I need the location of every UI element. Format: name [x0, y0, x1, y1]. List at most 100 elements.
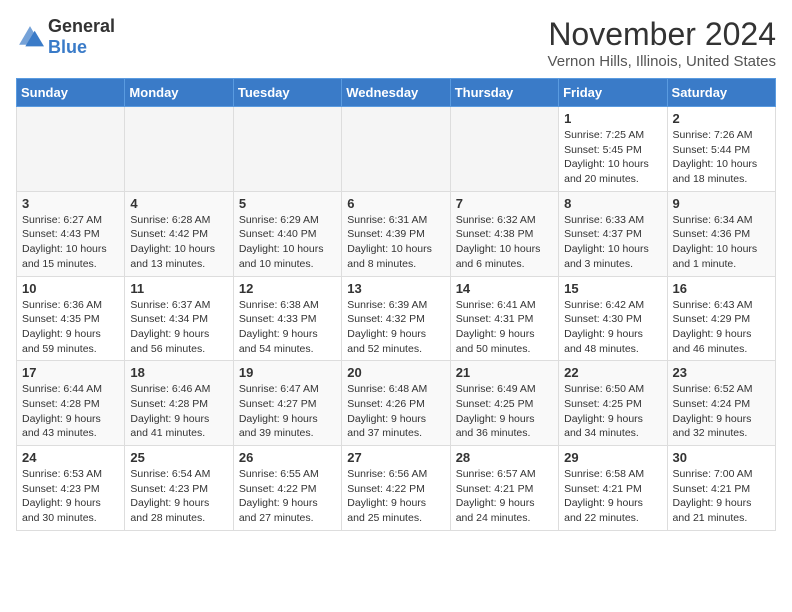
day-number: 19 [239, 365, 336, 380]
header-day-sunday: Sunday [17, 79, 125, 107]
day-number: 5 [239, 196, 336, 211]
day-number: 7 [456, 196, 553, 211]
day-number: 3 [22, 196, 119, 211]
calendar-cell: 19 Sunrise: 6:47 AM Sunset: 4:27 PM Dayli… [233, 361, 341, 446]
calendar-cell: 1 Sunrise: 7:25 AM Sunset: 5:45 PM Daylig… [559, 107, 667, 192]
calendar-cell: 17 Sunrise: 6:44 AM Sunset: 4:28 PM Dayli… [17, 361, 125, 446]
day-info: Sunrise: 6:29 AM Sunset: 4:40 PM Dayligh… [239, 213, 336, 272]
day-number: 18 [130, 365, 227, 380]
logo-general: General [48, 16, 115, 36]
calendar-cell: 8 Sunrise: 6:33 AM Sunset: 4:37 PM Daylig… [559, 191, 667, 276]
calendar-cell: 13Sunrise: 6:39 AM Sunset: 4:32 PM Dayli… [342, 276, 450, 361]
calendar-cell: 29 Sunrise: 6:58 AM Sunset: 4:21 PM Dayli… [559, 446, 667, 531]
day-info: Sunrise: 6:42 AM Sunset: 4:30 PM Dayligh… [564, 298, 661, 357]
calendar-cell: 7 Sunrise: 6:32 AM Sunset: 4:38 PM Daylig… [450, 191, 558, 276]
day-info: Sunrise: 6:53 AM Sunset: 4:23 PM Dayligh… [22, 467, 119, 526]
calendar-week-2: 3Sunrise: 6:27 AM Sunset: 4:43 PM Daylig… [17, 191, 776, 276]
location-subtitle: Vernon Hills, Illinois, United States [548, 53, 776, 70]
logo-text: General Blue [48, 16, 115, 58]
day-info: Sunrise: 6:54 AM Sunset: 4:23 PM Dayligh… [130, 467, 227, 526]
day-info: Sunrise: 7:25 AM Sunset: 5:45 PM Dayligh… [564, 128, 661, 187]
day-number: 1 [564, 111, 661, 126]
day-number: 16 [673, 281, 770, 296]
day-number: 6 [347, 196, 444, 211]
day-number: 22 [564, 365, 661, 380]
calendar-cell [125, 107, 233, 192]
day-info: Sunrise: 6:47 AM Sunset: 4:27 PM Dayligh… [239, 382, 336, 441]
calendar-cell: 30 Sunrise: 7:00 AM Sunset: 4:21 PM Dayli… [667, 446, 775, 531]
day-info: Sunrise: 6:31 AM Sunset: 4:39 PM Dayligh… [347, 213, 444, 272]
calendar-body: 1 Sunrise: 7:25 AM Sunset: 5:45 PM Daylig… [17, 107, 776, 531]
day-info: Sunrise: 6:55 AM Sunset: 4:22 PM Dayligh… [239, 467, 336, 526]
calendar-cell: 24 Sunrise: 6:53 AM Sunset: 4:23 PM Dayli… [17, 446, 125, 531]
day-info: Sunrise: 6:36 AM Sunset: 4:35 PM Dayligh… [22, 298, 119, 357]
header-day-friday: Friday [559, 79, 667, 107]
calendar-cell: 5 Sunrise: 6:29 AM Sunset: 4:40 PM Daylig… [233, 191, 341, 276]
calendar-week-3: 10Sunrise: 6:36 AM Sunset: 4:35 PM Dayli… [17, 276, 776, 361]
calendar-cell: 11Sunrise: 6:37 AM Sunset: 4:34 PM Dayli… [125, 276, 233, 361]
calendar-cell: 21 Sunrise: 6:49 AM Sunset: 4:25 PM Dayli… [450, 361, 558, 446]
calendar-cell: 4Sunrise: 6:28 AM Sunset: 4:42 PM Daylig… [125, 191, 233, 276]
calendar-header: SundayMondayTuesdayWednesdayThursdayFrid… [17, 79, 776, 107]
day-number: 29 [564, 450, 661, 465]
day-number: 24 [22, 450, 119, 465]
calendar-week-1: 1 Sunrise: 7:25 AM Sunset: 5:45 PM Daylig… [17, 107, 776, 192]
calendar-cell: 20 Sunrise: 6:48 AM Sunset: 4:26 PM Dayli… [342, 361, 450, 446]
day-info: Sunrise: 6:48 AM Sunset: 4:26 PM Dayligh… [347, 382, 444, 441]
calendar-cell: 3Sunrise: 6:27 AM Sunset: 4:43 PM Daylig… [17, 191, 125, 276]
day-number: 26 [239, 450, 336, 465]
day-info: Sunrise: 6:33 AM Sunset: 4:37 PM Dayligh… [564, 213, 661, 272]
calendar-cell: 22 Sunrise: 6:50 AM Sunset: 4:25 PM Dayli… [559, 361, 667, 446]
calendar-cell: 26 Sunrise: 6:55 AM Sunset: 4:22 PM Dayli… [233, 446, 341, 531]
calendar-cell: 27Sunrise: 6:56 AM Sunset: 4:22 PM Dayli… [342, 446, 450, 531]
header-day-tuesday: Tuesday [233, 79, 341, 107]
calendar-week-5: 24 Sunrise: 6:53 AM Sunset: 4:23 PM Dayli… [17, 446, 776, 531]
day-number: 14 [456, 281, 553, 296]
day-info: Sunrise: 6:41 AM Sunset: 4:31 PM Dayligh… [456, 298, 553, 357]
calendar-cell [342, 107, 450, 192]
day-info: Sunrise: 6:43 AM Sunset: 4:29 PM Dayligh… [673, 298, 770, 357]
page-header: General Blue November 2024 Vernon Hills,… [16, 16, 776, 70]
header-row: SundayMondayTuesdayWednesdayThursdayFrid… [17, 79, 776, 107]
day-info: Sunrise: 6:58 AM Sunset: 4:21 PM Dayligh… [564, 467, 661, 526]
calendar-cell: 16 Sunrise: 6:43 AM Sunset: 4:29 PM Dayli… [667, 276, 775, 361]
day-info: Sunrise: 6:32 AM Sunset: 4:38 PM Dayligh… [456, 213, 553, 272]
day-number: 15 [564, 281, 661, 296]
calendar-week-4: 17 Sunrise: 6:44 AM Sunset: 4:28 PM Dayli… [17, 361, 776, 446]
calendar-cell: 18Sunrise: 6:46 AM Sunset: 4:28 PM Dayli… [125, 361, 233, 446]
day-number: 17 [22, 365, 119, 380]
header-day-wednesday: Wednesday [342, 79, 450, 107]
day-info: Sunrise: 7:00 AM Sunset: 4:21 PM Dayligh… [673, 467, 770, 526]
day-number: 20 [347, 365, 444, 380]
logo-icon [16, 23, 44, 51]
day-info: Sunrise: 6:28 AM Sunset: 4:42 PM Dayligh… [130, 213, 227, 272]
header-day-saturday: Saturday [667, 79, 775, 107]
logo: General Blue [16, 16, 115, 58]
calendar-cell: 25Sunrise: 6:54 AM Sunset: 4:23 PM Dayli… [125, 446, 233, 531]
calendar-cell: 12Sunrise: 6:38 AM Sunset: 4:33 PM Dayli… [233, 276, 341, 361]
day-number: 28 [456, 450, 553, 465]
month-title: November 2024 [548, 16, 776, 53]
calendar-cell: 2 Sunrise: 7:26 AM Sunset: 5:44 PM Daylig… [667, 107, 775, 192]
day-number: 2 [673, 111, 770, 126]
day-number: 13 [347, 281, 444, 296]
day-info: Sunrise: 6:44 AM Sunset: 4:28 PM Dayligh… [22, 382, 119, 441]
calendar-cell: 28Sunrise: 6:57 AM Sunset: 4:21 PM Dayli… [450, 446, 558, 531]
calendar-cell: 14 Sunrise: 6:41 AM Sunset: 4:31 PM Dayli… [450, 276, 558, 361]
calendar-table: SundayMondayTuesdayWednesdayThursdayFrid… [16, 78, 776, 531]
day-info: Sunrise: 6:34 AM Sunset: 4:36 PM Dayligh… [673, 213, 770, 272]
day-number: 27 [347, 450, 444, 465]
day-number: 8 [564, 196, 661, 211]
title-block: November 2024 Vernon Hills, Illinois, Un… [548, 16, 776, 70]
day-info: Sunrise: 6:50 AM Sunset: 4:25 PM Dayligh… [564, 382, 661, 441]
day-info: Sunrise: 6:38 AM Sunset: 4:33 PM Dayligh… [239, 298, 336, 357]
calendar-cell: 9Sunrise: 6:34 AM Sunset: 4:36 PM Daylig… [667, 191, 775, 276]
day-info: Sunrise: 7:26 AM Sunset: 5:44 PM Dayligh… [673, 128, 770, 187]
day-info: Sunrise: 6:49 AM Sunset: 4:25 PM Dayligh… [456, 382, 553, 441]
day-number: 21 [456, 365, 553, 380]
header-day-thursday: Thursday [450, 79, 558, 107]
calendar-cell [233, 107, 341, 192]
day-number: 30 [673, 450, 770, 465]
calendar-cell [450, 107, 558, 192]
day-info: Sunrise: 6:37 AM Sunset: 4:34 PM Dayligh… [130, 298, 227, 357]
